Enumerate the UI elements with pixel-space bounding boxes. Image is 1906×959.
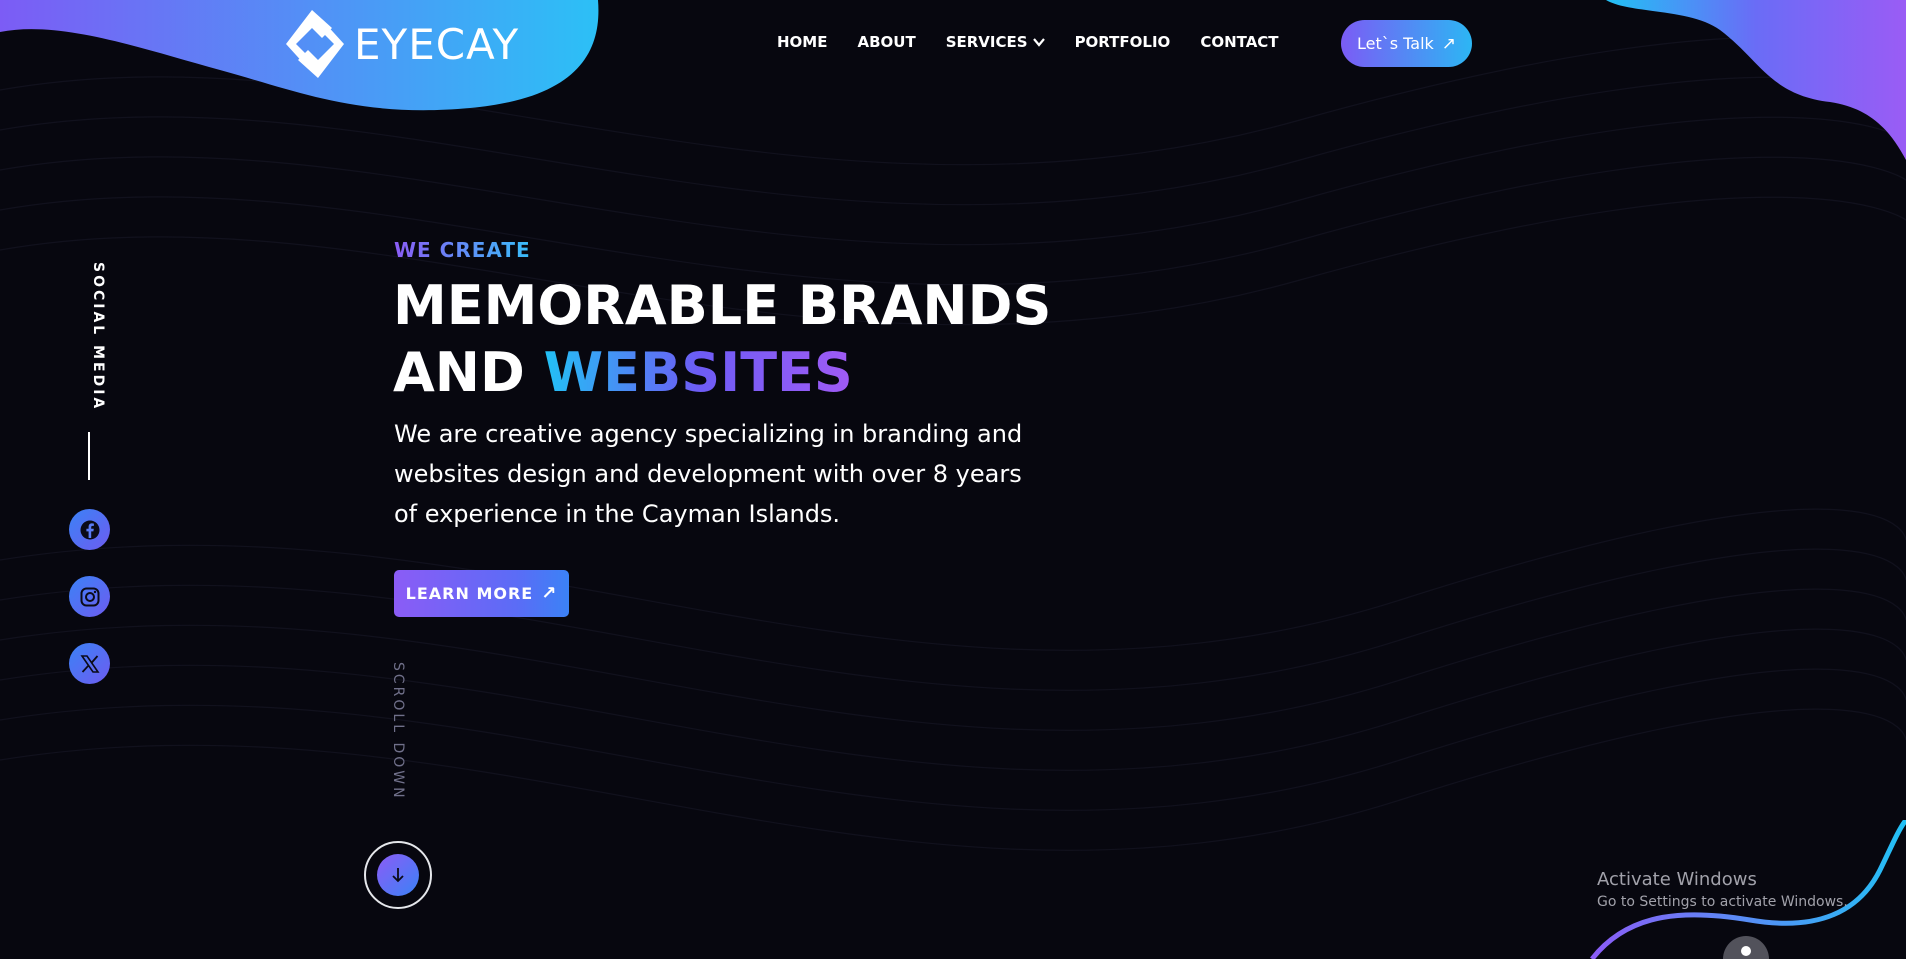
- learn-more-button[interactable]: LEARN MORE ↗: [394, 570, 569, 617]
- nav-home[interactable]: HOME: [777, 33, 827, 51]
- eyecay-logo-icon: [286, 10, 344, 78]
- activate-windows-title: Activate Windows: [1597, 869, 1757, 890]
- nav-portfolio-label: PORTFOLIO: [1074, 33, 1171, 51]
- activate-windows-subtitle: Go to Settings to activate Windows.: [1597, 894, 1848, 910]
- nav-about-label: ABOUT: [857, 33, 916, 51]
- brand-logo[interactable]: EYECAY: [284, 8, 519, 80]
- arrow-up-right-icon: ↗: [541, 583, 558, 604]
- chevron-down-icon: [1032, 38, 1045, 47]
- header-blob-right: [1606, 0, 1906, 160]
- x-twitter-icon: [79, 654, 100, 673]
- arrow-up-right-icon: ↗: [1441, 33, 1457, 54]
- lets-talk-button[interactable]: Let`s Talk ↗: [1341, 20, 1472, 67]
- x-twitter-link[interactable]: [69, 643, 110, 684]
- arrow-down-icon: [392, 868, 404, 883]
- nav-about[interactable]: ABOUT: [857, 33, 915, 51]
- social-divider: [88, 432, 90, 480]
- nav-home-label: HOME: [777, 33, 828, 51]
- nav-services-label: SERVICES: [945, 33, 1028, 51]
- hero-description: We are creative agency specializing in b…: [394, 420, 1023, 528]
- facebook-icon: [80, 520, 99, 539]
- scroll-down-button[interactable]: [364, 841, 432, 909]
- hero-headline: MEMORABLE BRANDS AND WEBSITES: [393, 272, 1051, 406]
- headline-line-2-accent: WEBSITES: [543, 341, 853, 404]
- facebook-link[interactable]: [69, 509, 110, 550]
- lets-talk-label: Let`s Talk: [1356, 34, 1434, 53]
- learn-more-label: LEARN MORE: [405, 584, 534, 603]
- instagram-icon: [80, 587, 99, 606]
- nav-contact[interactable]: CONTACT: [1200, 33, 1278, 51]
- main-nav: HOME ABOUT SERVICES PORTFOLIO CONTACT: [777, 33, 1279, 51]
- nav-services[interactable]: SERVICES: [946, 33, 1045, 51]
- social-media-label: SOCIAL MEDIA: [90, 262, 106, 412]
- headline-line-2-plain: AND: [393, 341, 544, 404]
- nav-portfolio[interactable]: PORTFOLIO: [1075, 33, 1171, 51]
- nav-contact-label: CONTACT: [1200, 33, 1279, 51]
- scroll-down-label: SCROLL DOWN: [390, 662, 406, 801]
- scroll-button-inner: [377, 854, 419, 896]
- instagram-link[interactable]: [69, 576, 110, 617]
- brand-name: EYECAY: [354, 19, 520, 69]
- headline-line-1: MEMORABLE BRANDS: [393, 274, 1052, 337]
- hero-eyebrow: WE CREATE: [394, 238, 531, 262]
